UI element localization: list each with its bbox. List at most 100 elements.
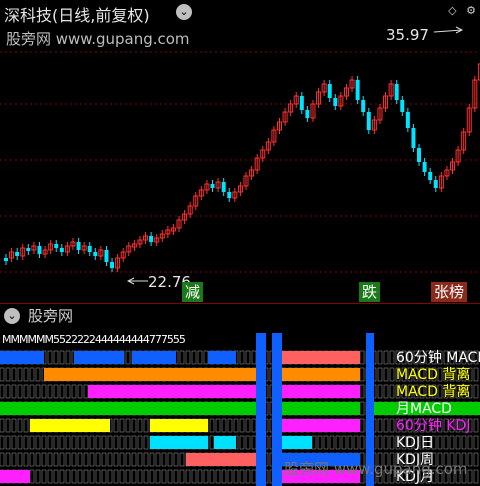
grid-cell	[251, 350, 257, 365]
candle-body	[4, 258, 8, 261]
grid-cell	[23, 367, 29, 382]
grid-cell	[5, 367, 11, 382]
grid-cell	[179, 452, 185, 467]
grid-cell	[377, 435, 383, 450]
grid-cell	[359, 418, 365, 433]
grid-cell	[473, 452, 479, 467]
candle-body	[327, 84, 332, 98]
grid-cell	[137, 418, 143, 433]
grid-cell	[11, 384, 17, 399]
grid-cell	[209, 418, 215, 433]
grid-cell	[23, 418, 29, 433]
grid-cell	[473, 367, 479, 382]
grid-cell	[47, 452, 53, 467]
indicator-bar	[132, 351, 176, 364]
grid-cell	[29, 384, 35, 399]
grid-cell	[377, 350, 383, 365]
candle-body	[394, 84, 399, 100]
grid-cell	[473, 435, 479, 450]
indicator-bar	[282, 402, 360, 415]
grid-cell	[359, 350, 365, 365]
grid-cell	[65, 384, 71, 399]
candle-body	[411, 128, 416, 148]
grid-cell	[233, 418, 239, 433]
candlestick-chart[interactable]	[0, 0, 480, 303]
grid-cell	[77, 384, 83, 399]
grid-cell	[179, 350, 185, 365]
grid-cell	[11, 418, 17, 433]
signal-reduce-tag: 减	[182, 282, 204, 302]
candle-body	[15, 252, 20, 256]
grid-cell	[323, 435, 329, 450]
grid-cell	[11, 435, 17, 450]
indicator-bar	[150, 436, 208, 449]
grid-cell	[449, 435, 455, 450]
grid-cell	[377, 384, 383, 399]
grid-cell	[137, 452, 143, 467]
grid-cell	[29, 452, 35, 467]
grid-cell	[137, 435, 143, 450]
grid-cell	[377, 418, 383, 433]
grid-cell	[251, 418, 257, 433]
grid-cell	[251, 469, 257, 484]
candle-body	[299, 96, 304, 110]
candle-body	[405, 112, 410, 128]
grid-cell	[5, 435, 11, 450]
grid-cell	[47, 350, 53, 365]
candle-body	[210, 184, 215, 188]
grid-cell	[251, 435, 257, 450]
grid-cell	[467, 435, 473, 450]
grid-cell	[17, 452, 23, 467]
grid-cell	[119, 469, 125, 484]
indicator-bar	[282, 419, 360, 432]
grid-cell	[437, 435, 443, 450]
grid-cell	[467, 469, 473, 484]
indicator-bar	[0, 470, 30, 483]
grid-cell	[95, 469, 101, 484]
candle-body	[59, 248, 64, 252]
grid-cell	[59, 469, 65, 484]
indicator-bar	[150, 419, 208, 432]
grid-cell	[83, 452, 89, 467]
grid-cell	[0, 384, 5, 399]
grid-cell	[17, 418, 23, 433]
candle-body	[366, 112, 371, 130]
grid-cell	[125, 452, 131, 467]
grid-cell	[35, 367, 41, 382]
grid-cell	[239, 418, 245, 433]
grid-cell	[41, 469, 47, 484]
grid-cell	[389, 350, 395, 365]
grid-cell	[359, 401, 365, 416]
grid-cell	[125, 418, 131, 433]
grid-cell	[35, 469, 41, 484]
grid-cell	[221, 418, 227, 433]
grid-cell	[245, 469, 251, 484]
grid-cell	[143, 469, 149, 484]
candle-body	[104, 250, 109, 262]
grid-cell	[47, 435, 53, 450]
grid-cell	[107, 452, 113, 467]
grid-cell	[29, 367, 35, 382]
vertical-highlight	[272, 333, 282, 486]
grid-cell	[221, 469, 227, 484]
grid-cell	[377, 367, 383, 382]
signal-rise-tag: 张榜	[431, 282, 468, 302]
grid-cell	[227, 418, 233, 433]
grid-cell	[53, 452, 59, 467]
grid-cell	[77, 435, 83, 450]
grid-cell	[35, 384, 41, 399]
grid-cell	[227, 469, 233, 484]
grid-cell	[59, 452, 65, 467]
grid-cell	[23, 435, 29, 450]
candle-body	[110, 262, 115, 268]
indicator-bar	[0, 402, 256, 415]
grid-cell	[245, 350, 251, 365]
grid-cell	[191, 350, 197, 365]
grid-cell	[95, 452, 101, 467]
grid-cell	[443, 435, 449, 450]
grid-cell	[17, 367, 23, 382]
chevron-down-icon[interactable]: ⌄	[4, 308, 20, 324]
grid-cell	[131, 435, 137, 450]
grid-cell	[383, 367, 389, 382]
candle-body	[361, 100, 366, 112]
